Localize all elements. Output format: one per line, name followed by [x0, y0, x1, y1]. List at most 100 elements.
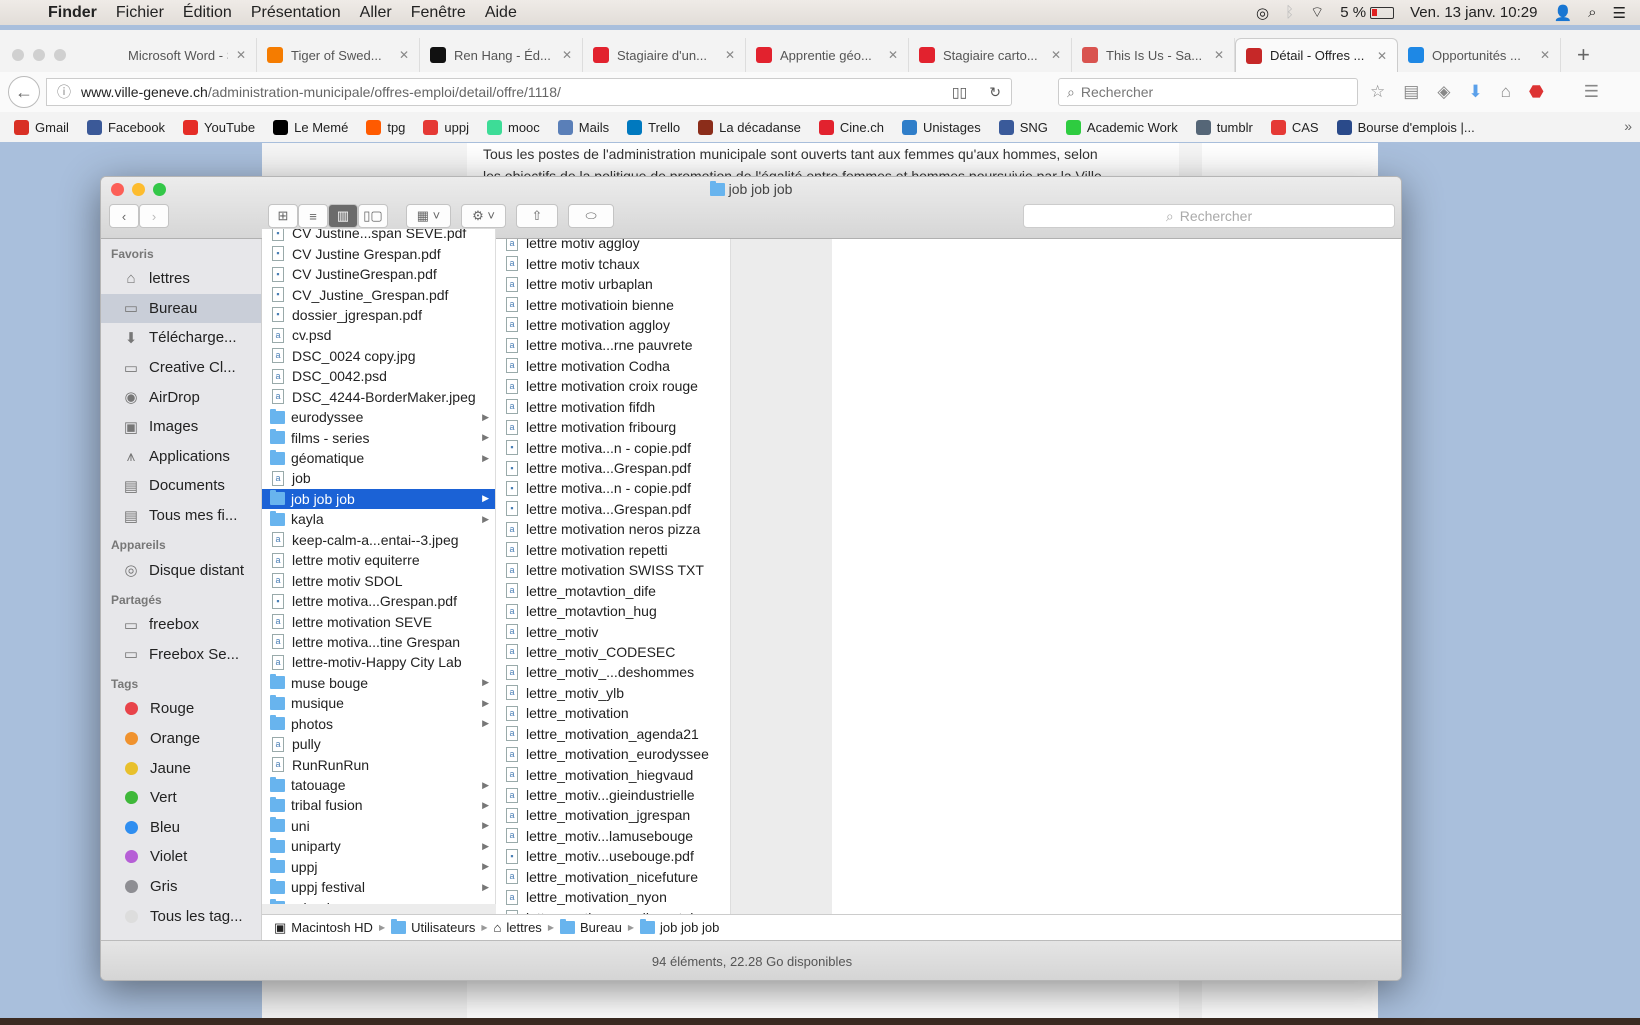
- sidebar-item[interactable]: ◎ Disque distant: [101, 555, 261, 585]
- tab[interactable]: This Is Us - Sa... ✕: [1072, 38, 1235, 72]
- more-bookmarks-icon[interactable]: »: [1624, 118, 1632, 134]
- bookmark[interactable]: Gmail: [14, 119, 69, 135]
- sidebar-item[interactable]: ⌂ lettres: [101, 264, 261, 294]
- file-item[interactable]: a lettre motivation aggloy: [496, 315, 730, 335]
- folder-item[interactable]: tatouage ▶: [262, 775, 495, 795]
- bookmark[interactable]: tpg: [366, 119, 405, 135]
- column-view-button[interactable]: ▥: [328, 204, 358, 228]
- zoom-button[interactable]: [54, 49, 66, 61]
- close-tab-icon[interactable]: ✕: [562, 48, 572, 62]
- sidebar-item[interactable]: Tous les tag...: [101, 901, 261, 931]
- forward-button[interactable]: ›: [139, 204, 169, 228]
- bookmark[interactable]: Bourse d'emplois |...: [1336, 119, 1475, 135]
- cover-flow-button[interactable]: ▯▢: [358, 204, 388, 228]
- file-item[interactable]: ▪ lettre_motiv...usebouge.pdf: [496, 846, 730, 866]
- folder-item[interactable]: musique ▶: [262, 693, 495, 713]
- sidebar-item[interactable]: ▭ Bureau: [101, 293, 261, 324]
- bookmark[interactable]: SNG: [998, 119, 1048, 135]
- minimize-button[interactable]: [33, 49, 45, 61]
- path-item[interactable]: ▣ Macintosh HD: [274, 920, 373, 936]
- sidebar-item[interactable]: Violet: [101, 842, 261, 872]
- folder-item[interactable]: tribal fusion ▶: [262, 795, 495, 815]
- folder-item[interactable]: photos ▶: [262, 714, 495, 734]
- notification-center-icon[interactable]: ☰: [1613, 4, 1626, 22]
- tag-button[interactable]: ⬭: [568, 204, 614, 228]
- bookmark[interactable]: Academic Work: [1065, 119, 1178, 135]
- file-item[interactable]: a lettre motivation fifdh: [496, 397, 730, 417]
- folder-item[interactable]: job job job ▶: [262, 488, 495, 510]
- close-tab-icon[interactable]: ✕: [1540, 48, 1550, 62]
- info-icon[interactable]: ⓘ: [57, 82, 71, 102]
- folder-item[interactable]: kayla ▶: [262, 509, 495, 529]
- folder-item[interactable]: urbanisme ▶: [262, 897, 495, 904]
- wifi-icon[interactable]: ⌔: [1310, 3, 1324, 22]
- file-item[interactable]: a lettre_motivation: [496, 703, 730, 723]
- bookmark[interactable]: La décadanse: [698, 119, 801, 135]
- file-item[interactable]: ▪ lettre motiva...n - copie.pdf: [496, 437, 730, 457]
- menu-fenêtre[interactable]: Fenêtre: [411, 4, 466, 22]
- creative-cloud-icon[interactable]: ◎: [1256, 4, 1269, 22]
- sidebar-item[interactable]: ▭ Freebox Se...: [101, 640, 261, 670]
- menu-aller[interactable]: Aller: [360, 4, 392, 22]
- list-view-button[interactable]: ≡: [298, 204, 328, 228]
- file-item[interactable]: a RunRunRun: [262, 754, 495, 774]
- file-item[interactable]: a lettre_motivation_nicefuture: [496, 867, 730, 887]
- bookmark[interactable]: Cine.ch: [818, 119, 884, 135]
- menu-aide[interactable]: Aide: [485, 4, 517, 22]
- file-item[interactable]: a lettre motiva...tine Grespan: [262, 632, 495, 652]
- file-item[interactable]: a lettre_motivation_nyon: [496, 887, 730, 907]
- file-item[interactable]: ▪ lettre motiva...Grespan.pdf: [496, 499, 730, 519]
- folder-item[interactable]: uniparty ▶: [262, 836, 495, 856]
- file-item[interactable]: a lettre_motivation_agenda21: [496, 724, 730, 744]
- file-item[interactable]: ▪ CV Justine...span SEVE.pdf: [262, 229, 495, 243]
- path-item[interactable]: Utilisateurs: [391, 919, 475, 935]
- tab[interactable]: Apprentie géo... ✕: [746, 38, 909, 72]
- file-item[interactable]: a lettre_motiv...gieindustrielle: [496, 785, 730, 805]
- bookmark[interactable]: uppj: [423, 119, 469, 135]
- sidebar-item[interactable]: Vert: [101, 783, 261, 813]
- share-button[interactable]: ⇧: [516, 204, 558, 228]
- close-button[interactable]: [12, 49, 24, 61]
- folder-item[interactable]: uppj festival ▶: [262, 877, 495, 897]
- file-item[interactable]: a lettre_motiv: [496, 621, 730, 641]
- file-item[interactable]: a lettre motivation croix rouge: [496, 376, 730, 396]
- file-item[interactable]: a lettre motivation fribourg: [496, 417, 730, 437]
- file-item[interactable]: a lettre motiv tchaux: [496, 253, 730, 273]
- close-tab-icon[interactable]: ✕: [725, 48, 735, 62]
- tab[interactable]: Ren Hang - Éd... ✕: [420, 38, 583, 72]
- adblock-icon[interactable]: ⬣: [1529, 82, 1544, 102]
- bookmark[interactable]: tumblr: [1195, 119, 1253, 135]
- menu-édition[interactable]: Édition: [183, 4, 232, 22]
- bookmark[interactable]: YouTube: [183, 119, 255, 135]
- spotlight-icon[interactable]: ⌕: [1588, 4, 1596, 21]
- file-item[interactable]: a keep-calm-a...entai--3.jpeg: [262, 530, 495, 550]
- tab[interactable]: Stagiaire carto... ✕: [909, 38, 1072, 72]
- close-tab-icon[interactable]: ✕: [1214, 48, 1224, 62]
- tab[interactable]: Détail - Offres ... ✕: [1235, 38, 1398, 72]
- reload-icon[interactable]: ↻: [989, 84, 1001, 101]
- file-item[interactable]: a lettre motiv equiterre: [262, 550, 495, 570]
- sidebar-item[interactable]: ◉ AirDrop: [101, 382, 261, 412]
- folder-item[interactable]: films - series ▶: [262, 427, 495, 447]
- path-item[interactable]: ⌂ lettres: [494, 920, 542, 935]
- user-icon[interactable]: 👤: [1553, 4, 1572, 22]
- search-bar[interactable]: ⌕ Rechercher: [1058, 78, 1358, 106]
- file-item[interactable]: ▪ CV Justine Grespan.pdf: [262, 243, 495, 263]
- file-item[interactable]: a lettre-motiv-Happy City Lab: [262, 652, 495, 672]
- hamburger-menu-icon[interactable]: ☰: [1584, 82, 1599, 102]
- file-item[interactable]: a lettre_motavtion_dife: [496, 580, 730, 600]
- file-item[interactable]: a lettre_motavtion_hug: [496, 601, 730, 621]
- file-item[interactable]: a lettre_motivation_eurodyssee: [496, 744, 730, 764]
- back-button[interactable]: ←: [8, 76, 40, 108]
- menu-présentation[interactable]: Présentation: [251, 4, 341, 22]
- file-item[interactable]: a DSC_4244-BorderMaker.jpeg: [262, 387, 495, 407]
- sidebar-item[interactable]: ▣ Images: [101, 412, 261, 442]
- downloads-icon[interactable]: ⬇: [1468, 82, 1482, 102]
- folder-item[interactable]: uni ▶: [262, 816, 495, 836]
- column-1[interactable]: ▪ CV Justine...span SEVE.pdf ▪ CV Justine G…: [262, 229, 496, 904]
- file-item[interactable]: a lettre motiv urbaplan: [496, 274, 730, 294]
- bookmark[interactable]: mooc: [487, 119, 540, 135]
- file-item[interactable]: a lettre motivation Codha: [496, 356, 730, 376]
- file-item[interactable]: a lettre_motiv_CODESEC: [496, 642, 730, 662]
- tab[interactable]: Tiger of Swed... ✕: [257, 38, 420, 72]
